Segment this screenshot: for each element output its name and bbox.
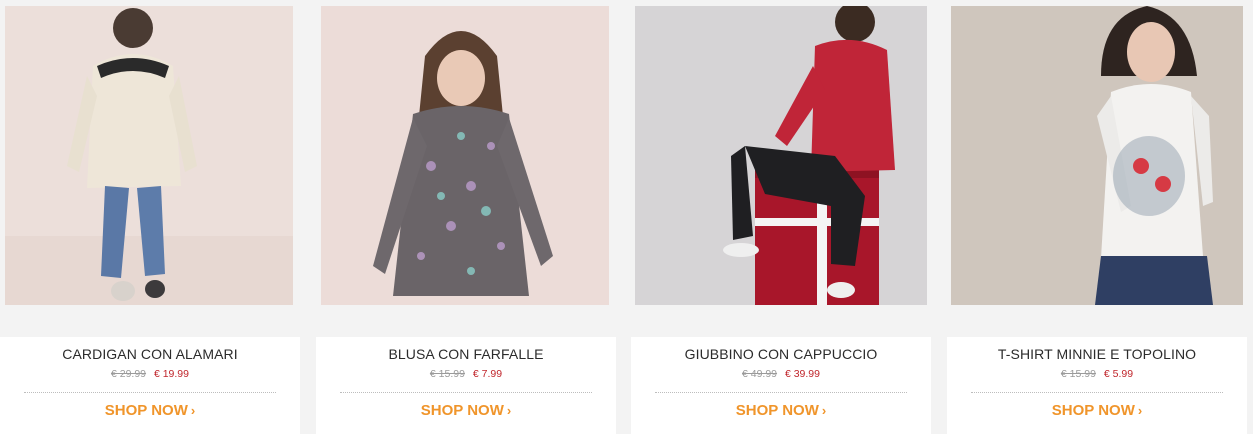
product-card-giubbino: GIUBBINO CON CAPPUCCIO € 49.99 € 39.99 S…	[631, 0, 931, 434]
chevron-right-icon: ›	[190, 403, 196, 418]
product-grid: CARDIGAN CON ALAMARI € 29.99 € 19.99 SHO…	[0, 0, 1253, 434]
shop-now-label: SHOP NOW	[735, 402, 819, 419]
product-prices: € 15.99 € 5.99	[947, 368, 1247, 380]
old-price: € 15.99	[429, 368, 465, 380]
divider	[24, 392, 276, 393]
product-card-blusa: BLUSA CON FARFALLE € 15.99 € 7.99 SHOP N…	[316, 0, 616, 434]
product-card-cardigan: CARDIGAN CON ALAMARI € 29.99 € 19.99 SHO…	[0, 0, 300, 434]
product-name[interactable]: BLUSA CON FARFALLE	[316, 346, 616, 362]
sale-price: € 5.99	[1103, 368, 1134, 380]
product-prices: € 49.99 € 39.99	[631, 368, 931, 380]
divider	[340, 392, 592, 393]
sale-price: € 39.99	[784, 368, 820, 380]
old-price: € 29.99	[110, 368, 147, 380]
chevron-right-icon: ›	[506, 403, 512, 418]
product-name[interactable]: GIUBBINO CON CAPPUCCIO	[631, 346, 931, 362]
product-name[interactable]: CARDIGAN CON ALAMARI	[0, 346, 300, 362]
sale-price: € 19.99	[153, 368, 189, 380]
old-price: € 49.99	[741, 368, 778, 380]
chevron-right-icon: ›	[1137, 403, 1143, 418]
product-info-giubbino: GIUBBINO CON CAPPUCCIO € 49.99 € 39.99 S…	[631, 337, 931, 434]
product-prices: € 15.99 € 7.99	[316, 368, 616, 380]
product-info-tshirt: T-SHIRT MINNIE E TOPOLINO € 15.99 € 5.99…	[947, 337, 1247, 434]
product-image-tshirt[interactable]	[951, 6, 1243, 305]
shop-now-label: SHOP NOW	[104, 402, 188, 419]
product-card-tshirt: T-SHIRT MINNIE E TOPOLINO € 15.99 € 5.99…	[947, 0, 1247, 434]
divider	[655, 392, 907, 393]
product-image-cardigan[interactable]	[5, 6, 293, 305]
sale-price: € 7.99	[472, 368, 503, 380]
shop-now-button[interactable]: SHOP NOW ›	[631, 402, 931, 419]
product-image-giubbino[interactable]	[635, 6, 927, 305]
shop-now-button[interactable]: SHOP NOW ›	[316, 402, 616, 419]
product-image-blusa[interactable]	[321, 6, 609, 305]
shop-now-label: SHOP NOW	[420, 402, 504, 419]
shop-now-button[interactable]: SHOP NOW ›	[0, 402, 300, 419]
product-prices: € 29.99 € 19.99	[0, 368, 300, 380]
product-info-cardigan: CARDIGAN CON ALAMARI € 29.99 € 19.99 SHO…	[0, 337, 300, 434]
divider	[971, 392, 1223, 393]
product-info-blusa: BLUSA CON FARFALLE € 15.99 € 7.99 SHOP N…	[316, 337, 616, 434]
old-price: € 15.99	[1060, 368, 1096, 380]
shop-now-button[interactable]: SHOP NOW ›	[947, 402, 1247, 419]
shop-now-label: SHOP NOW	[1051, 402, 1135, 419]
product-name[interactable]: T-SHIRT MINNIE E TOPOLINO	[947, 346, 1247, 362]
chevron-right-icon: ›	[821, 403, 827, 418]
